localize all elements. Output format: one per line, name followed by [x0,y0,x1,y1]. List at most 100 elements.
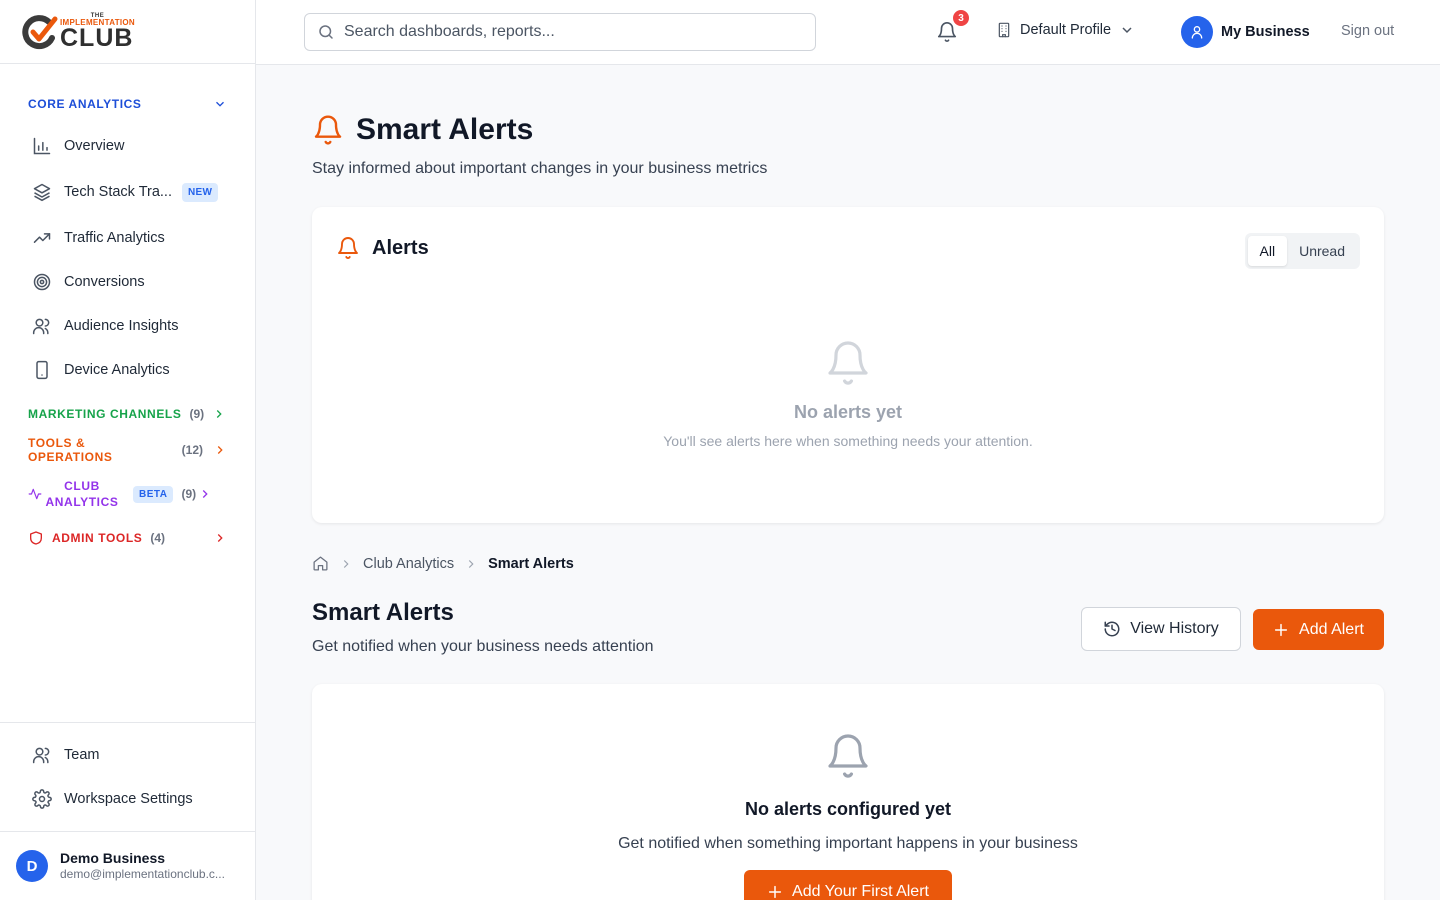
section-title: Smart Alerts [312,599,454,626]
account-avatar [1181,16,1213,48]
section-club-analytics[interactable]: CLUB ANALYTICS BETA (9) [0,468,255,520]
sidebar-item-label: Team [64,747,100,763]
section-club-label-1: CLUB [64,479,100,493]
users-icon [32,747,50,764]
section-core-analytics[interactable]: CORE ANALYTICS [0,88,255,120]
logo[interactable]: THE IMPLEMENTATION CLUB [0,0,255,64]
sidebar-item-tech-stack[interactable]: Tech Stack Tra... NEW [0,170,255,214]
target-icon [33,273,51,291]
user-name: Demo Business [60,850,166,867]
chevron-right-icon [217,446,223,454]
sidebar-nav: CORE ANALYTICS Overview Tech Stack Tra..… [0,64,255,556]
bell-icon [314,115,342,145]
sidebar-item-workspace-settings[interactable]: Workspace Settings [0,777,255,821]
logo-check-icon [22,14,58,49]
sidebar-item-label: Device Analytics [64,362,170,378]
bell-icon [338,237,358,259]
sign-out-link[interactable]: Sign out [1341,23,1394,39]
sidebar: THE IMPLEMENTATION CLUB CORE ANALYTICS O… [0,0,256,900]
section-marketing-count: (9) [189,407,205,421]
section-subtitle: Get notified when your business needs at… [312,638,654,655]
profile-selector[interactable]: Default Profile [996,22,1135,38]
chevron-right-icon [217,534,223,542]
section-admin-tools[interactable]: ADMIN TOOLS (4) [0,520,255,556]
user-email: demo@implementationclub.c... [60,867,225,882]
add-alert-button[interactable]: Add Alert [1253,609,1384,650]
chevron-right-icon [343,559,349,568]
sidebar-bottom: Team Workspace Settings [0,722,255,821]
breadcrumb-club-analytics[interactable]: Club Analytics [363,556,454,572]
chevron-right-icon [468,559,474,568]
add-first-alert-label: Add Your First Alert [792,883,929,900]
bar-chart-icon [33,137,51,155]
page-header: Smart Alerts [312,113,533,147]
add-first-alert-button[interactable]: Add Your First Alert [744,870,952,900]
section-marketing-channels[interactable]: MARKETING CHANNELS (9) [0,396,255,432]
view-history-button[interactable]: View History [1081,607,1241,651]
layers-icon [33,183,51,202]
sidebar-item-traffic[interactable]: Traffic Analytics [0,216,255,260]
trending-up-icon [33,233,51,243]
breadcrumb-current: Smart Alerts [488,555,574,572]
sidebar-item-conversions[interactable]: Conversions [0,260,255,304]
sidebar-item-label: Tech Stack Tra... [64,184,172,200]
config-empty-text: Get notified when something important ha… [618,835,1078,852]
section-marketing-label: MARKETING CHANNELS [28,407,182,421]
section-tools-operations[interactable]: TOOLS & OPERATIONS (12) [0,432,255,468]
notifications-bell-icon[interactable] [936,21,958,43]
plus-icon [1274,623,1288,636]
sidebar-item-overview[interactable]: Overview [0,124,255,168]
shield-icon [30,531,42,545]
section-core-analytics-label: CORE ANALYTICS [28,97,142,111]
sidebar-item-team[interactable]: Team [0,733,255,777]
gear-icon [32,789,52,809]
config-empty-title: No alerts configured yet [744,799,952,819]
section-admin-label: ADMIN TOOLS [52,531,143,545]
search-icon [319,25,333,39]
section-club-count: (9) [181,487,197,501]
avatar: D [16,850,48,882]
account-name: My Business [1221,24,1310,40]
home-icon[interactable] [312,555,329,572]
smartphone-icon [36,360,48,380]
filter-unread[interactable]: Unread [1287,236,1357,266]
profile-selector-label: Default Profile [1020,22,1112,38]
alerts-card: Alerts All Unread No alerts yet You'll s… [312,207,1384,523]
section-admin-count: (4) [150,531,166,545]
sidebar-item-label: Traffic Analytics [64,230,165,246]
users-icon [32,318,50,335]
page-title: Smart Alerts [356,113,534,146]
filter-all[interactable]: All [1247,236,1288,266]
topbar: 3 Default Profile My Business Sign out [256,0,1440,65]
add-alert-label: Add Alert [1299,620,1364,638]
alerts-filter-toggle: All Unread [1244,233,1360,269]
sidebar-item-label: Conversions [64,274,145,290]
sidebar-item-audience[interactable]: Audience Insights [0,304,255,348]
sidebar-item-device[interactable]: Device Analytics [0,348,255,392]
section-tools-label: TOOLS & OPERATIONS [28,436,113,464]
new-badge: NEW [182,182,219,202]
building-icon [998,22,1010,38]
config-empty-state: No alerts configured yet Get notified wh… [312,732,1384,853]
configured-alerts-card: No alerts configured yet Get notified wh… [312,684,1384,900]
search-box[interactable] [304,13,816,51]
alerts-card-title: Alerts [372,236,429,259]
beta-badge: BETA [133,485,174,503]
alerts-empty-title: No alerts yet [793,402,903,422]
user-card[interactable]: D Demo Business demo@implementationclub.… [0,831,255,900]
alerts-empty-text: You'll see alerts here when something ne… [663,433,1033,449]
bell-icon [828,341,868,385]
view-history-label: View History [1130,620,1219,637]
activity-icon [28,488,42,500]
user-icon [1191,26,1203,39]
plus-icon [768,885,782,899]
search-input[interactable] [344,23,804,41]
page-subtitle: Stay informed about important changes in… [312,160,768,177]
logo-club: CLUB [60,23,134,52]
notification-count-badge: 3 [953,10,969,26]
breadcrumb: Club Analytics Smart Alerts [312,555,574,572]
account-menu[interactable]: My Business [1181,16,1310,48]
sidebar-item-label: Audience Insights [64,318,179,334]
sidebar-item-label: Workspace Settings [64,791,193,807]
chevron-down-icon [1122,27,1132,34]
